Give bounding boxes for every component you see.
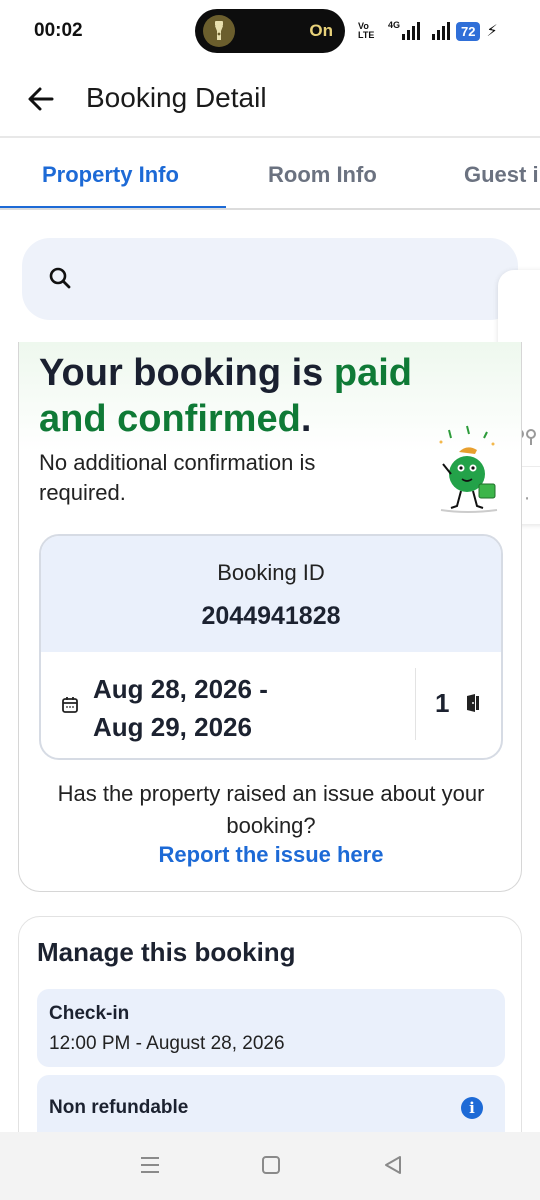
stay-dates: Aug 28, 2026 - Aug 29, 2026 [93, 670, 268, 746]
divider [415, 668, 416, 740]
search-icon [49, 267, 71, 289]
tab-property-info[interactable]: Property Info [42, 162, 179, 188]
status-time: 00:02 [34, 20, 83, 41]
signal-icon [432, 22, 451, 40]
flashlight-status: On [309, 21, 333, 40]
manage-booking-card: Manage this booking Check-in 12:00 PM - … [18, 916, 522, 1156]
search-bar[interactable] [22, 238, 518, 320]
room-count: 1 [435, 688, 450, 718]
confirmation-subtext: No additional confirmation is required. [39, 450, 316, 505]
home-icon[interactable] [260, 1154, 282, 1181]
booking-id-box: Booking ID 2044941828 Aug 28, 2026 - Aug… [39, 534, 503, 760]
booking-id-label: Booking ID [217, 560, 325, 585]
app-header: Booking Detail [0, 62, 540, 138]
status-bar: 00:02 On Vo LTE 4G 72 ⚡ [0, 0, 540, 62]
calendar-icon [61, 696, 79, 719]
manage-title: Manage this booking [37, 937, 296, 967]
active-tab-indicator [0, 206, 226, 208]
refund-policy-label: Non refundable [49, 1097, 189, 1118]
tab-guest-info[interactable]: Guest i [464, 162, 539, 188]
date-from: Aug 28, 2026 - [93, 674, 268, 704]
signal-icon [402, 22, 421, 40]
page-title: Booking Detail [86, 82, 267, 113]
confirmation-headline: Your booking is paid and confirmed. [39, 352, 412, 440]
booking-id-value: 2044941828 [201, 602, 341, 630]
tab-bar: Property Info Room Info Guest i [0, 142, 540, 210]
info-icon[interactable]: i [461, 1097, 483, 1119]
mascot-illustration [427, 424, 507, 514]
tab-room-info[interactable]: Room Info [268, 162, 377, 188]
door-icon [465, 694, 481, 717]
charging-bolt-icon: ⚡ [486, 23, 498, 40]
battery-icon: 72 [456, 21, 481, 41]
checkin-row[interactable]: Check-in 12:00 PM - August 28, 2026 [37, 989, 505, 1067]
confirmation-card: Your booking is paid and confirmed. No a… [18, 342, 522, 892]
flashlight-pill[interactable]: On [195, 9, 345, 53]
booking-id-header: Booking ID 2044941828 [41, 536, 501, 652]
menu-icon[interactable] [138, 1154, 162, 1181]
back-icon[interactable] [382, 1154, 404, 1181]
system-nav-bar [0, 1132, 540, 1200]
issue-question: Has the property raised an issue about y… [57, 781, 485, 838]
checkin-value: 12:00 PM - August 28, 2026 [49, 1033, 285, 1054]
report-issue-link[interactable]: Report the issue here [39, 842, 503, 868]
system-icons: Vo LTE 4G 72 ⚡ [358, 18, 498, 44]
checkin-label: Check-in [49, 1003, 130, 1024]
back-arrow-icon[interactable] [24, 82, 58, 116]
flashlight-icon [203, 15, 235, 47]
network-type: 4G [388, 20, 401, 30]
date-to: Aug 29, 2026 [93, 712, 252, 742]
volte-icon: Vo LTE [358, 21, 375, 40]
